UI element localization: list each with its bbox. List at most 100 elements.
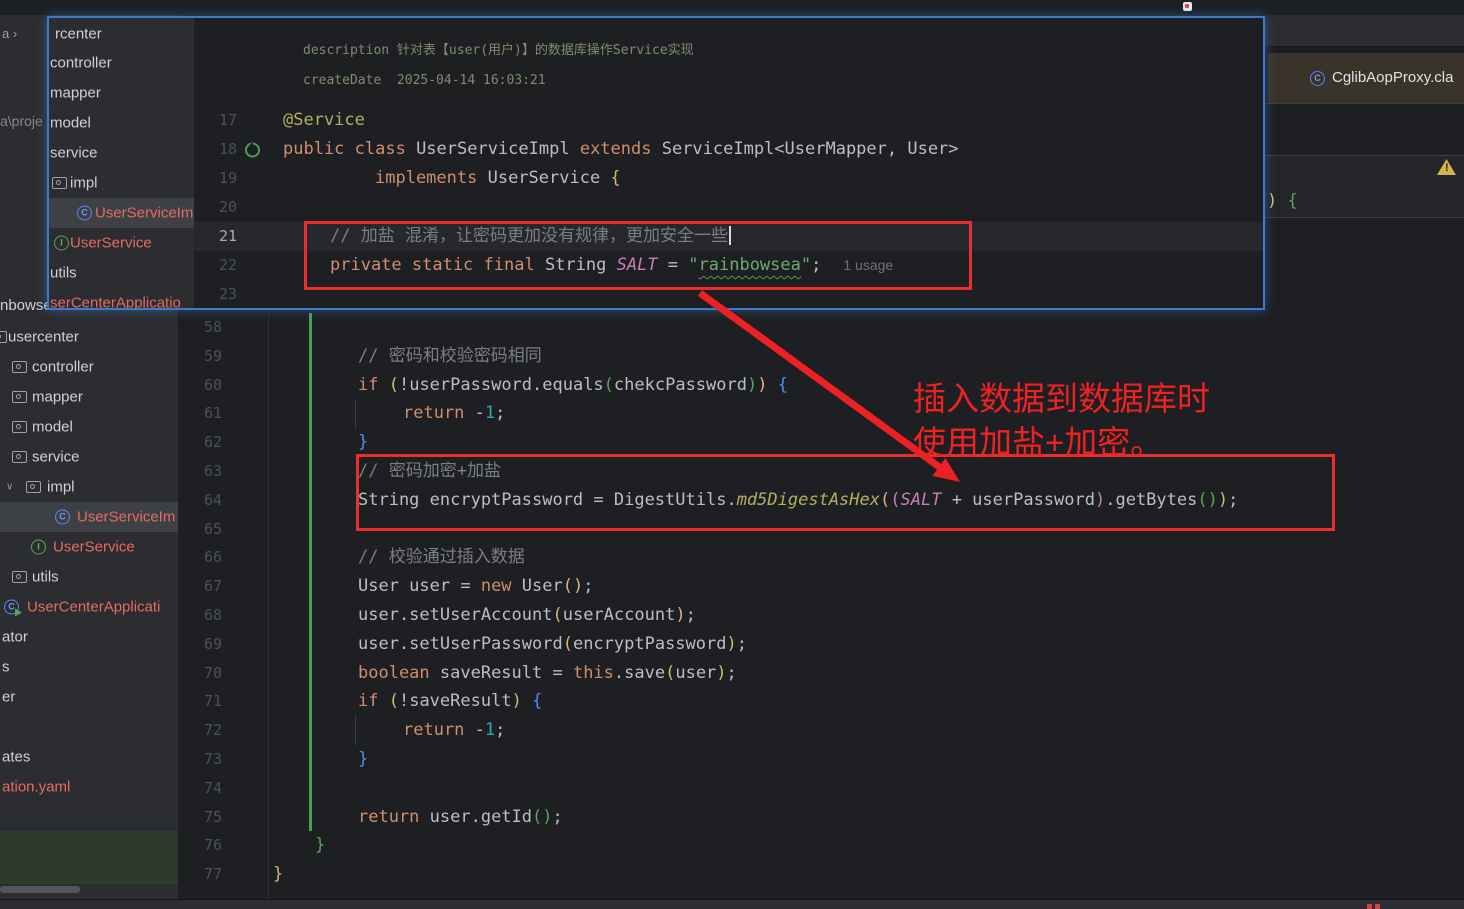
tree-item-label: service <box>50 145 98 162</box>
token: { <box>610 168 620 188</box>
token: return <box>358 807 430 827</box>
token: return <box>403 720 475 740</box>
token: public class <box>283 139 416 159</box>
breadcrumb: a › <box>2 26 17 41</box>
error-indicator <box>1367 904 1372 909</box>
token: - <box>475 720 485 740</box>
token: this <box>573 663 614 683</box>
token: String encryptPassword = DigestUtils. <box>358 490 737 510</box>
tree-item-label: UserServiceIm <box>77 509 175 526</box>
code-line-74[interactable]: 74 <box>178 774 1464 803</box>
code-line-58[interactable]: 58 <box>178 313 1464 342</box>
token: ) <box>1218 490 1228 510</box>
tree-item-model[interactable]: model <box>0 412 178 442</box>
code-text: } <box>315 831 325 860</box>
code-line-68[interactable]: 68user.setUserAccount(userAccount); <box>178 601 1464 630</box>
tree-item-model: model <box>49 108 194 138</box>
token: return <box>403 403 475 423</box>
tree-item-frag-s[interactable]: s <box>0 652 178 682</box>
token: UserServiceImpl <box>416 139 580 159</box>
code-line-fragment[interactable]: ) { <box>1265 186 1464 216</box>
line-number: 19 <box>194 164 237 193</box>
code-line-72[interactable]: 72return -1; <box>178 716 1464 745</box>
tree-item-controller: controller <box>49 48 194 78</box>
token: .save <box>614 663 665 683</box>
code-line-73[interactable]: 73} <box>178 745 1464 774</box>
code-line-67[interactable]: 67User user = new User(); <box>178 572 1464 601</box>
token: } <box>358 432 368 452</box>
line-number: 60 <box>178 371 222 400</box>
token: ) <box>726 634 736 654</box>
token: = <box>668 255 688 275</box>
code-line-60[interactable]: 60 if (!userPassword.equals(chekcPassword… <box>178 371 1464 400</box>
code-line-69[interactable]: 69user.setUserPassword(encryptPassword); <box>178 630 1464 659</box>
line-number: 21 <box>194 222 237 251</box>
tree-item-controller[interactable]: controller <box>0 352 178 382</box>
code-line-76[interactable]: 76} <box>178 831 1464 860</box>
tree-item-user-center-application: serCenterApplicatio <box>49 288 194 308</box>
token: ) <box>1095 490 1105 510</box>
token: ; <box>495 720 505 740</box>
line-number: 76 <box>178 831 222 860</box>
code-text: } <box>358 428 368 457</box>
usage-hint[interactable]: 1 usage <box>843 257 893 273</box>
text-caret <box>729 226 731 245</box>
tree-item-label: ator <box>2 629 28 646</box>
code-line-63[interactable]: 63// 密码加密+加盐 <box>178 457 1464 486</box>
tree-item-frag-ates[interactable]: ates <box>0 742 178 772</box>
code-text: @Service <box>283 106 365 135</box>
line-number: 69 <box>178 630 222 659</box>
token: !userPassword.equals <box>399 375 604 395</box>
token: user.setUserAccount <box>358 605 552 625</box>
code-text: return -1; <box>403 716 505 745</box>
code-line-70[interactable]: 70boolean saveResult = this.save(user); <box>178 659 1464 688</box>
tree-item-mapper[interactable]: mapper <box>0 382 178 412</box>
line-number: 23 <box>194 280 237 309</box>
folder-icon <box>12 571 27 583</box>
iface-icon <box>31 540 46 555</box>
code-text: if (!userPassword.equals(chekcPassword))… <box>358 371 788 400</box>
folder-icon <box>0 331 7 343</box>
code-line-64[interactable]: 64String encryptPassword = DigestUtils.m… <box>178 486 1464 515</box>
line-number: 74 <box>178 774 222 803</box>
tree-item-usercenter[interactable]: usercenter <box>0 322 178 352</box>
split-toolbar <box>1265 15 1464 47</box>
token: () <box>1197 490 1217 510</box>
folder-icon <box>12 421 27 433</box>
token: private static final <box>330 255 545 275</box>
tree-item-rcenter: rcenter <box>49 19 194 49</box>
code-text: // 密码加密+加盐 <box>358 457 501 486</box>
token: } <box>315 835 325 855</box>
line-number: 75 <box>178 803 222 832</box>
tab-cglibaopproxy[interactable]: CglibAopProxy.cla <box>1268 53 1464 103</box>
tree-item-user-center-application[interactable]: UserCenterApplicati <box>0 592 178 622</box>
token: ; <box>495 403 505 423</box>
tree-item-mapper: mapper <box>49 78 194 108</box>
token: { <box>532 691 542 711</box>
token: ( <box>552 605 562 625</box>
token: } <box>273 864 283 884</box>
tree-item-service[interactable]: service <box>0 442 178 472</box>
token: // 密码加密+加盐 <box>358 461 501 481</box>
tree-item-frag-ator[interactable]: ator <box>0 622 178 652</box>
tree-item-frag-er[interactable]: er <box>0 682 178 712</box>
code-line-61[interactable]: 61return -1; <box>178 399 1464 428</box>
horizontal-scrollbar-thumb[interactable] <box>0 886 80 893</box>
tree-item-impl[interactable]: ∨impl <box>0 472 178 502</box>
code-text: ) { <box>1267 186 1298 216</box>
code-line-77[interactable]: 77} <box>178 860 1464 889</box>
tree-item-utils[interactable]: utils <box>0 562 178 592</box>
code-line-75[interactable]: 75return user.getId(); <box>178 803 1464 832</box>
tree-item-application-yaml[interactable]: ation.yaml <box>0 772 178 802</box>
token: " <box>801 255 811 275</box>
code-line-65[interactable]: 65 <box>178 515 1464 544</box>
chevron-down-icon[interactable]: ∨ <box>6 482 13 493</box>
token <box>767 375 777 395</box>
code-line-66[interactable]: 66// 校验通过插入数据 <box>178 543 1464 572</box>
tree-item-user-service-impl[interactable]: UserServiceIm <box>0 502 178 532</box>
code-line-62[interactable]: 62} <box>178 428 1464 457</box>
code-line-71[interactable]: 71if (!saveResult) { <box>178 687 1464 716</box>
code-line-59[interactable]: 59// 密码和校验密码相同 <box>178 342 1464 371</box>
token: SALT <box>617 255 668 275</box>
tree-item-user-service[interactable]: UserService <box>0 532 178 562</box>
